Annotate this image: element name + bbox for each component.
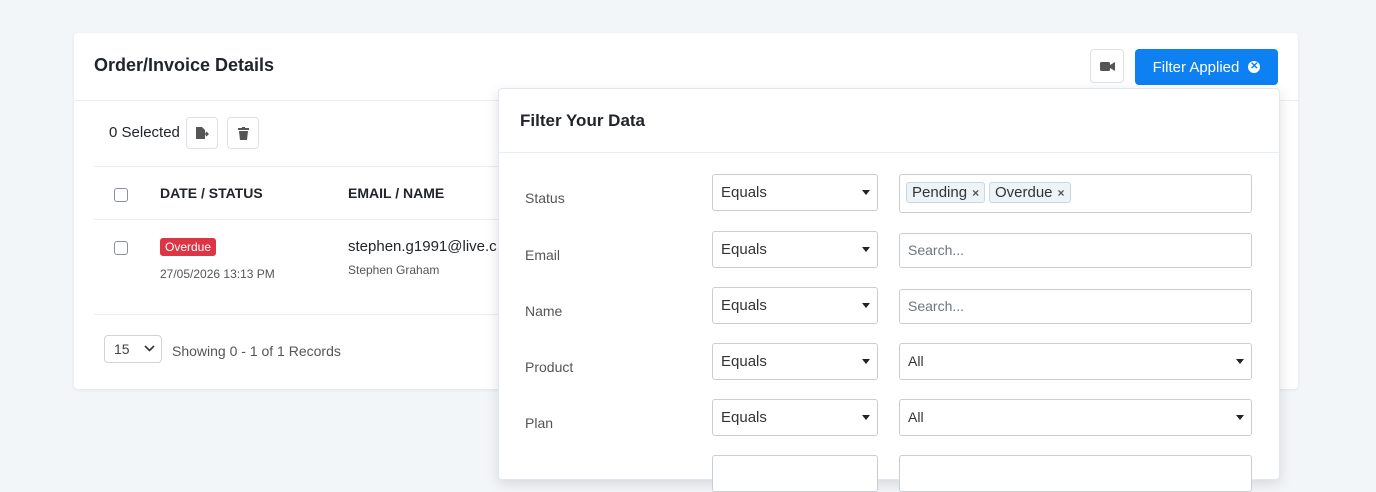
video-tutorial-button[interactable] — [1090, 49, 1124, 83]
row-name: Stephen Graham — [348, 263, 440, 277]
column-header-email-name: EMAIL / NAME — [348, 185, 445, 201]
product-operator-value: Equals — [721, 353, 767, 370]
per-page-select[interactable]: 15 — [104, 335, 162, 363]
caret-down-icon — [862, 247, 870, 252]
filter-label-name: Name — [525, 303, 563, 319]
close-circle-icon[interactable]: ✕ — [1248, 61, 1261, 73]
email-operator-value: Equals — [721, 241, 767, 258]
filter-panel-title: Filter Your Data — [520, 111, 646, 130]
caret-down-icon — [862, 415, 870, 420]
email-search-placeholder: Search... — [908, 242, 965, 258]
name-search-placeholder: Search... — [908, 298, 965, 314]
filter-panel-divider — [499, 152, 1279, 153]
caret-down-icon — [862, 359, 870, 364]
next-value-select[interactable] — [899, 455, 1252, 492]
tag-overdue-label: Overdue — [994, 184, 1053, 201]
name-search-input[interactable]: Search... — [899, 289, 1252, 324]
export-button[interactable] — [186, 117, 218, 149]
tag-overdue: Overdue × — [988, 182, 1071, 203]
filter-applied-label: Filter Applied — [1152, 58, 1240, 76]
plan-select-value: All — [908, 409, 924, 425]
status-operator-value: Equals — [721, 184, 767, 201]
tag-remove-icon[interactable]: × — [972, 186, 979, 200]
filter-applied-button[interactable]: Filter Applied ✕ — [1135, 49, 1278, 85]
selected-count: 0 Selected — [109, 124, 180, 141]
product-operator-select[interactable]: Equals — [712, 343, 878, 380]
page-title: Order/Invoice Details — [94, 55, 275, 75]
caret-down-icon — [862, 303, 870, 308]
status-tags-input[interactable]: Pending × Overdue × — [899, 174, 1252, 213]
row-checkbox[interactable] — [114, 241, 128, 255]
email-operator-select[interactable]: Equals — [712, 231, 878, 268]
product-select[interactable]: All — [899, 343, 1252, 380]
plan-operator-value: Equals — [721, 409, 767, 426]
chevron-down-icon — [144, 345, 155, 352]
filter-label-product: Product — [525, 359, 574, 375]
filter-label-email: Email — [525, 247, 561, 263]
tag-pending: Pending × — [906, 182, 986, 203]
plan-select[interactable]: All — [899, 399, 1252, 436]
filter-label-status: Status — [525, 190, 565, 206]
trash-icon — [237, 126, 249, 140]
tag-remove-icon[interactable]: × — [1058, 186, 1065, 200]
filter-label-plan: Plan — [525, 415, 554, 431]
per-page-value: 15 — [114, 341, 130, 357]
column-header-date-status: DATE / STATUS — [160, 185, 263, 201]
select-all-checkbox[interactable] — [114, 188, 128, 202]
product-select-value: All — [908, 353, 924, 369]
status-operator-select[interactable]: Equals — [712, 174, 878, 211]
caret-down-icon — [1236, 415, 1244, 420]
row-date: 27/05/2026 13:13 PM — [160, 267, 275, 281]
email-search-input[interactable]: Search... — [899, 233, 1252, 268]
caret-down-icon — [1236, 359, 1244, 364]
tag-pending-label: Pending — [912, 184, 968, 201]
video-camera-icon — [1099, 61, 1115, 71]
filter-panel: Filter Your Data Status Equals Pending × … — [498, 88, 1280, 492]
records-count: Showing 0 - 1 of 1 Records — [172, 343, 341, 359]
next-operator-select[interactable] — [712, 455, 878, 492]
delete-button[interactable] — [227, 117, 259, 149]
status-badge: Overdue — [160, 238, 217, 256]
export-icon — [195, 127, 209, 139]
name-operator-select[interactable]: Equals — [712, 287, 878, 324]
name-operator-value: Equals — [721, 297, 767, 314]
caret-down-icon — [862, 190, 870, 195]
plan-operator-select[interactable]: Equals — [712, 399, 878, 436]
row-email: stephen.g1991@live.c — [348, 238, 497, 255]
